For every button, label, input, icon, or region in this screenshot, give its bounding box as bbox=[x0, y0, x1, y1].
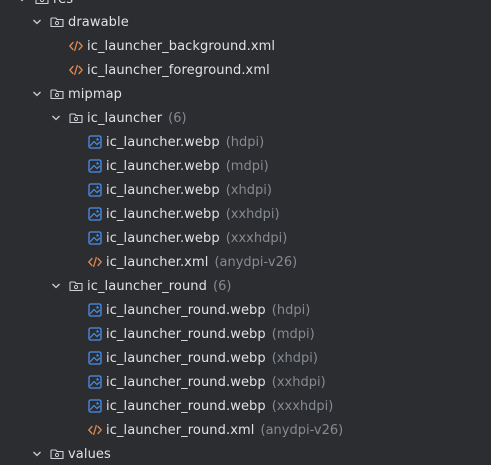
xml-file-icon bbox=[87, 422, 103, 438]
tree-label: values bbox=[68, 446, 111, 462]
file-name: ic_launcher.webp bbox=[106, 134, 220, 150]
file-name: ic_launcher.webp bbox=[106, 158, 220, 174]
folder-icon bbox=[34, 0, 50, 7]
file-name: ic_launcher_round.webp bbox=[106, 302, 266, 318]
file-qualifier: (xxxhdpi) bbox=[225, 230, 288, 246]
file-qualifier: (anydpi-v26) bbox=[214, 254, 298, 270]
file-qualifier: (xxhdpi) bbox=[225, 206, 280, 222]
xml-file-icon bbox=[68, 38, 84, 54]
tree-row-file[interactable]: ic_launcher.webp (mdpi) bbox=[87, 154, 491, 178]
tree-row-file[interactable]: ic_launcher_background.xml bbox=[68, 34, 491, 58]
tree-row-file[interactable]: ic_launcher_round.webp (xxhdpi) bbox=[87, 370, 491, 394]
file-name: ic_launcher_round.webp bbox=[106, 350, 266, 366]
tree-row-ic-launcher[interactable]: ic_launcher (6) bbox=[50, 106, 491, 130]
tree-row-file[interactable]: ic_launcher_round.webp (mdpi) bbox=[87, 322, 491, 346]
file-qualifier: (hdpi) bbox=[225, 134, 265, 150]
chevron-down-icon[interactable] bbox=[50, 274, 62, 298]
image-file-icon bbox=[87, 134, 103, 150]
image-file-icon bbox=[87, 302, 103, 318]
tree-label: ic_launcher bbox=[87, 110, 163, 126]
file-name: ic_launcher_round.webp bbox=[106, 398, 266, 414]
file-qualifier: (xxhdpi) bbox=[271, 374, 326, 390]
tree-row-ic-launcher-round[interactable]: ic_launcher_round (6) bbox=[50, 274, 491, 298]
folder-icon bbox=[68, 110, 84, 126]
tree-row-file[interactable]: ic_launcher_round.webp (hdpi) bbox=[87, 298, 491, 322]
file-name: ic_launcher.webp bbox=[106, 182, 220, 198]
tree-row-file[interactable]: ic_launcher.webp (hdpi) bbox=[87, 130, 491, 154]
image-file-icon bbox=[87, 206, 103, 222]
tree-label: res bbox=[53, 0, 73, 7]
tree-row-file[interactable]: ic_launcher_round.xml (anydpi-v26) bbox=[87, 418, 491, 442]
file-qualifier: (mdpi) bbox=[271, 326, 315, 342]
chevron-down-icon[interactable] bbox=[31, 10, 43, 34]
file-qualifier: (xhdpi) bbox=[225, 182, 272, 198]
chevron-down-icon[interactable] bbox=[16, 0, 28, 11]
image-file-icon bbox=[87, 350, 103, 366]
image-file-icon bbox=[87, 182, 103, 198]
file-name: ic_launcher_round.webp bbox=[106, 326, 266, 342]
file-name: ic_launcher_round.xml bbox=[106, 422, 255, 438]
file-name: ic_launcher.webp bbox=[106, 230, 220, 246]
project-tree: res drawable ic_launcher_background.xml … bbox=[0, 0, 491, 465]
item-count: (6) bbox=[213, 278, 232, 294]
chevron-down-icon[interactable] bbox=[31, 442, 43, 465]
file-qualifier: (hdpi) bbox=[271, 302, 311, 318]
tree-label: drawable bbox=[68, 14, 129, 30]
tree-row-file[interactable]: ic_launcher_round.webp (xxxhdpi) bbox=[87, 394, 491, 418]
tree-label: mipmap bbox=[68, 86, 123, 102]
folder-icon bbox=[68, 278, 84, 294]
tree-label: ic_launcher_round bbox=[87, 278, 207, 294]
file-name: ic_launcher.webp bbox=[106, 206, 220, 222]
image-file-icon bbox=[87, 398, 103, 414]
file-name: ic_launcher_background.xml bbox=[87, 38, 276, 54]
image-file-icon bbox=[87, 326, 103, 342]
file-name: ic_launcher.xml bbox=[106, 254, 209, 270]
image-file-icon bbox=[87, 230, 103, 246]
xml-file-icon bbox=[68, 62, 84, 78]
tree-row-file[interactable]: ic_launcher_round.webp (xhdpi) bbox=[87, 346, 491, 370]
tree-row-file[interactable]: ic_launcher.webp (xxxhdpi) bbox=[87, 226, 491, 250]
file-name: ic_launcher_foreground.xml bbox=[87, 62, 270, 78]
file-qualifier: (xxxhdpi) bbox=[271, 398, 334, 414]
image-file-icon bbox=[87, 158, 103, 174]
tree-row-file[interactable]: ic_launcher.webp (xxhdpi) bbox=[87, 202, 491, 226]
item-count: (6) bbox=[168, 110, 187, 126]
xml-file-icon bbox=[87, 254, 103, 270]
tree-row-mipmap[interactable]: mipmap bbox=[31, 82, 491, 106]
image-file-icon bbox=[87, 374, 103, 390]
tree-row-file[interactable]: ic_launcher.xml (anydpi-v26) bbox=[87, 250, 491, 274]
folder-icon bbox=[49, 446, 65, 462]
folder-icon bbox=[49, 14, 65, 30]
file-qualifier: (anydpi-v26) bbox=[260, 422, 344, 438]
file-qualifier: (mdpi) bbox=[225, 158, 269, 174]
tree-row-drawable[interactable]: drawable bbox=[31, 10, 491, 34]
file-qualifier: (xhdpi) bbox=[271, 350, 318, 366]
file-name: ic_launcher_round.webp bbox=[106, 374, 266, 390]
tree-row-values[interactable]: values bbox=[31, 442, 491, 465]
folder-icon bbox=[49, 86, 65, 102]
chevron-down-icon[interactable] bbox=[50, 106, 62, 130]
tree-row-file[interactable]: ic_launcher.webp (xhdpi) bbox=[87, 178, 491, 202]
chevron-down-icon[interactable] bbox=[31, 82, 43, 106]
tree-row-file[interactable]: ic_launcher_foreground.xml bbox=[68, 58, 491, 82]
